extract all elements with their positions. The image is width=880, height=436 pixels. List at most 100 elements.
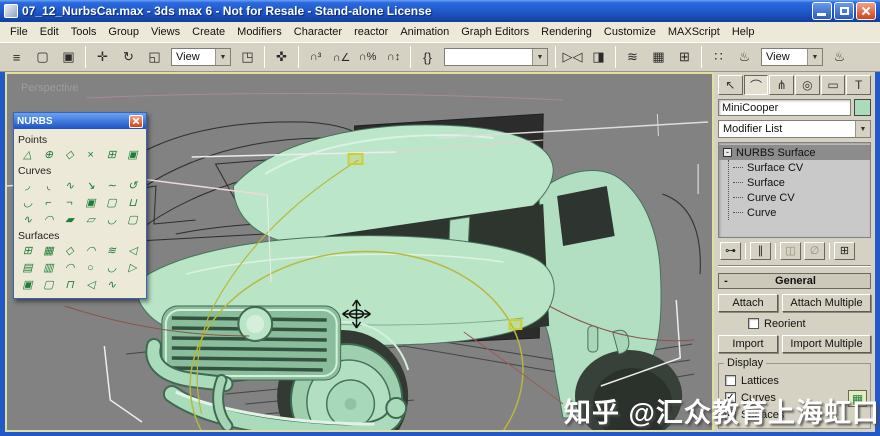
nurbs-point-icon[interactable]: × bbox=[81, 147, 100, 162]
nurbs-curve-icon[interactable]: ¬ bbox=[60, 195, 79, 210]
schematic-view-button[interactable]: ⊞ bbox=[672, 45, 697, 69]
remove-modifier-button[interactable]: ∅ bbox=[804, 241, 825, 260]
mirror-button[interactable]: ▷◁ bbox=[560, 45, 585, 69]
stack-item-surface[interactable]: Surface bbox=[729, 175, 870, 190]
viewport-label[interactable]: Perspective bbox=[21, 82, 78, 94]
menu-rendering[interactable]: Rendering bbox=[535, 23, 598, 41]
attach-multiple-button[interactable]: Attach Multiple bbox=[782, 293, 871, 312]
select-and-move-button[interactable]: ✛ bbox=[90, 45, 115, 69]
layer-manager-button[interactable]: ≋ bbox=[620, 45, 645, 69]
nurbs-surface-icon[interactable]: ○ bbox=[81, 260, 100, 275]
nurbs-curve-icon[interactable]: ▢ bbox=[123, 212, 142, 227]
nurbs-point-icon[interactable]: ⊕ bbox=[39, 147, 58, 162]
configure-modifier-sets-button[interactable]: ⊞ bbox=[834, 241, 855, 260]
render-type-dropdown[interactable]: View ▼ bbox=[761, 48, 823, 66]
palette-title-bar[interactable]: NURBS bbox=[14, 113, 146, 129]
nurbs-curve-icon[interactable]: ⌐ bbox=[39, 195, 58, 210]
use-pivot-center-button[interactable]: ◳ bbox=[235, 45, 260, 69]
nurbs-surface-icon[interactable]: ◁ bbox=[81, 277, 100, 292]
show-end-result-button[interactable]: ∥ bbox=[750, 241, 771, 260]
nurbs-surface-icon[interactable]: ◁ bbox=[123, 243, 142, 258]
nurbs-curve-icon[interactable]: ▱ bbox=[81, 212, 100, 227]
nurbs-surface-icon[interactable]: ≋ bbox=[102, 243, 121, 258]
select-and-rotate-button[interactable]: ↻ bbox=[116, 45, 141, 69]
nurbs-surface-icon[interactable]: ∿ bbox=[102, 277, 121, 292]
nurbs-surface-icon[interactable]: ◡ bbox=[102, 260, 121, 275]
nurbs-surface-icon[interactable]: ▦ bbox=[39, 243, 58, 258]
menu-customize[interactable]: Customize bbox=[598, 23, 662, 41]
tab-motion[interactable]: ◎ bbox=[795, 75, 820, 95]
nurbs-surface-icon[interactable]: ▥ bbox=[39, 260, 58, 275]
maximize-button[interactable] bbox=[834, 2, 854, 20]
nurbs-curve-icon[interactable]: ⊔ bbox=[123, 195, 142, 210]
tab-display[interactable]: ▭ bbox=[820, 75, 846, 95]
tab-modify[interactable]: ⌒ bbox=[743, 75, 769, 95]
nurbs-curve-icon[interactable]: ◟ bbox=[39, 178, 58, 193]
nurbs-curve-icon[interactable]: ◡ bbox=[102, 212, 121, 227]
object-color-swatch[interactable] bbox=[854, 99, 871, 116]
nurbs-curve-icon[interactable]: ↺ bbox=[123, 178, 142, 193]
stack-item-surface-cv[interactable]: Surface CV bbox=[729, 160, 870, 175]
nurbs-surface-icon[interactable]: ◠ bbox=[81, 243, 100, 258]
nurbs-point-icon[interactable]: ▣ bbox=[123, 147, 142, 162]
nurbs-curve-icon[interactable]: ∿ bbox=[60, 178, 79, 193]
menu-views[interactable]: Views bbox=[145, 23, 186, 41]
nurbs-curve-icon[interactable]: ◡ bbox=[18, 195, 37, 210]
menu-character[interactable]: Character bbox=[288, 23, 348, 41]
named-selection-sets-button[interactable]: {} bbox=[415, 45, 440, 69]
tab-hierarchy[interactable]: ⋔ bbox=[769, 75, 795, 95]
nurbs-surface-icon[interactable]: ◠ bbox=[60, 260, 79, 275]
chevron-down-icon[interactable]: ▼ bbox=[855, 121, 870, 137]
palette-close-button[interactable] bbox=[129, 114, 143, 128]
tab-utilities[interactable]: T bbox=[846, 75, 872, 95]
nurbs-point-icon[interactable]: ◇ bbox=[60, 147, 79, 162]
menu-reactor[interactable]: reactor bbox=[348, 23, 394, 41]
nurbs-curve-icon[interactable]: ◠ bbox=[39, 212, 58, 227]
minimize-button[interactable] bbox=[812, 2, 832, 20]
nurbs-curve-icon[interactable]: ◞ bbox=[18, 178, 37, 193]
stack-item-nurbs-surface[interactable]: - NURBS Surface bbox=[719, 145, 870, 160]
menu-maxscript[interactable]: MAXScript bbox=[662, 23, 726, 41]
nurbs-surface-icon[interactable]: ⊞ bbox=[18, 243, 37, 258]
material-editor-button[interactable]: ∷ bbox=[706, 45, 731, 69]
snap-toggle-button[interactable]: ∩³ bbox=[303, 45, 328, 69]
make-unique-button[interactable]: ◫ bbox=[780, 241, 801, 260]
select-and-scale-button[interactable]: ◱ bbox=[142, 45, 167, 69]
menu-animation[interactable]: Animation bbox=[394, 23, 455, 41]
menu-file[interactable]: File bbox=[4, 23, 34, 41]
nurbs-surface-icon[interactable]: ▢ bbox=[39, 277, 58, 292]
chevron-down-icon[interactable]: ▼ bbox=[215, 49, 230, 65]
nurbs-surface-icon[interactable]: ▣ bbox=[18, 277, 37, 292]
reference-coordinate-system-dropdown[interactable]: View ▼ bbox=[171, 48, 231, 66]
nurbs-surface-icon[interactable]: ▷ bbox=[123, 260, 142, 275]
menu-modifiers[interactable]: Modifiers bbox=[231, 23, 288, 41]
nurbs-curve-icon[interactable]: ▣ bbox=[81, 195, 100, 210]
collapse-toggle-icon[interactable]: - bbox=[723, 148, 732, 157]
select-and-manipulate-button[interactable]: ✜ bbox=[269, 45, 294, 69]
pin-stack-button[interactable]: ⊶ bbox=[720, 241, 741, 260]
curve-editor-button[interactable]: ▦ bbox=[646, 45, 671, 69]
nurbs-curve-icon[interactable]: ∼ bbox=[102, 178, 121, 193]
import-multiple-button[interactable]: Import Multiple bbox=[782, 335, 871, 353]
menu-tools[interactable]: Tools bbox=[65, 23, 103, 41]
render-scene-button[interactable]: ♨ bbox=[732, 45, 757, 69]
tab-create[interactable]: ↖ bbox=[718, 75, 743, 95]
select-by-name-button[interactable]: ≡ bbox=[4, 45, 29, 69]
import-button[interactable]: Import bbox=[718, 335, 778, 353]
angle-snap-button[interactable]: ∩∠ bbox=[329, 45, 354, 69]
rectangular-selection-region-button[interactable]: ▢ bbox=[30, 45, 55, 69]
menu-group[interactable]: Group bbox=[102, 23, 145, 41]
stack-item-curve-cv[interactable]: Curve CV bbox=[729, 190, 870, 205]
perspective-viewport[interactable]: Perspective NURBS Points △ ⊕ ◇ × ⊞ ▣ Cur… bbox=[5, 72, 714, 432]
menu-graph-editors[interactable]: Graph Editors bbox=[455, 23, 535, 41]
general-rollout-header[interactable]: - General bbox=[718, 273, 871, 289]
nurbs-surface-icon[interactable]: ⊓ bbox=[60, 277, 79, 292]
nurbs-surface-icon[interactable]: ▤ bbox=[18, 260, 37, 275]
object-name-field[interactable]: MiniCooper bbox=[718, 99, 851, 116]
nurbs-curve-icon[interactable]: ▰ bbox=[60, 212, 79, 227]
nurbs-curve-icon[interactable]: ∿ bbox=[18, 212, 37, 227]
stack-item-curve[interactable]: Curve bbox=[729, 205, 870, 220]
quick-render-button[interactable]: ♨ bbox=[827, 45, 852, 69]
nurbs-point-icon[interactable]: ⊞ bbox=[102, 147, 121, 162]
nurbs-surface-icon[interactable]: ◇ bbox=[60, 243, 79, 258]
